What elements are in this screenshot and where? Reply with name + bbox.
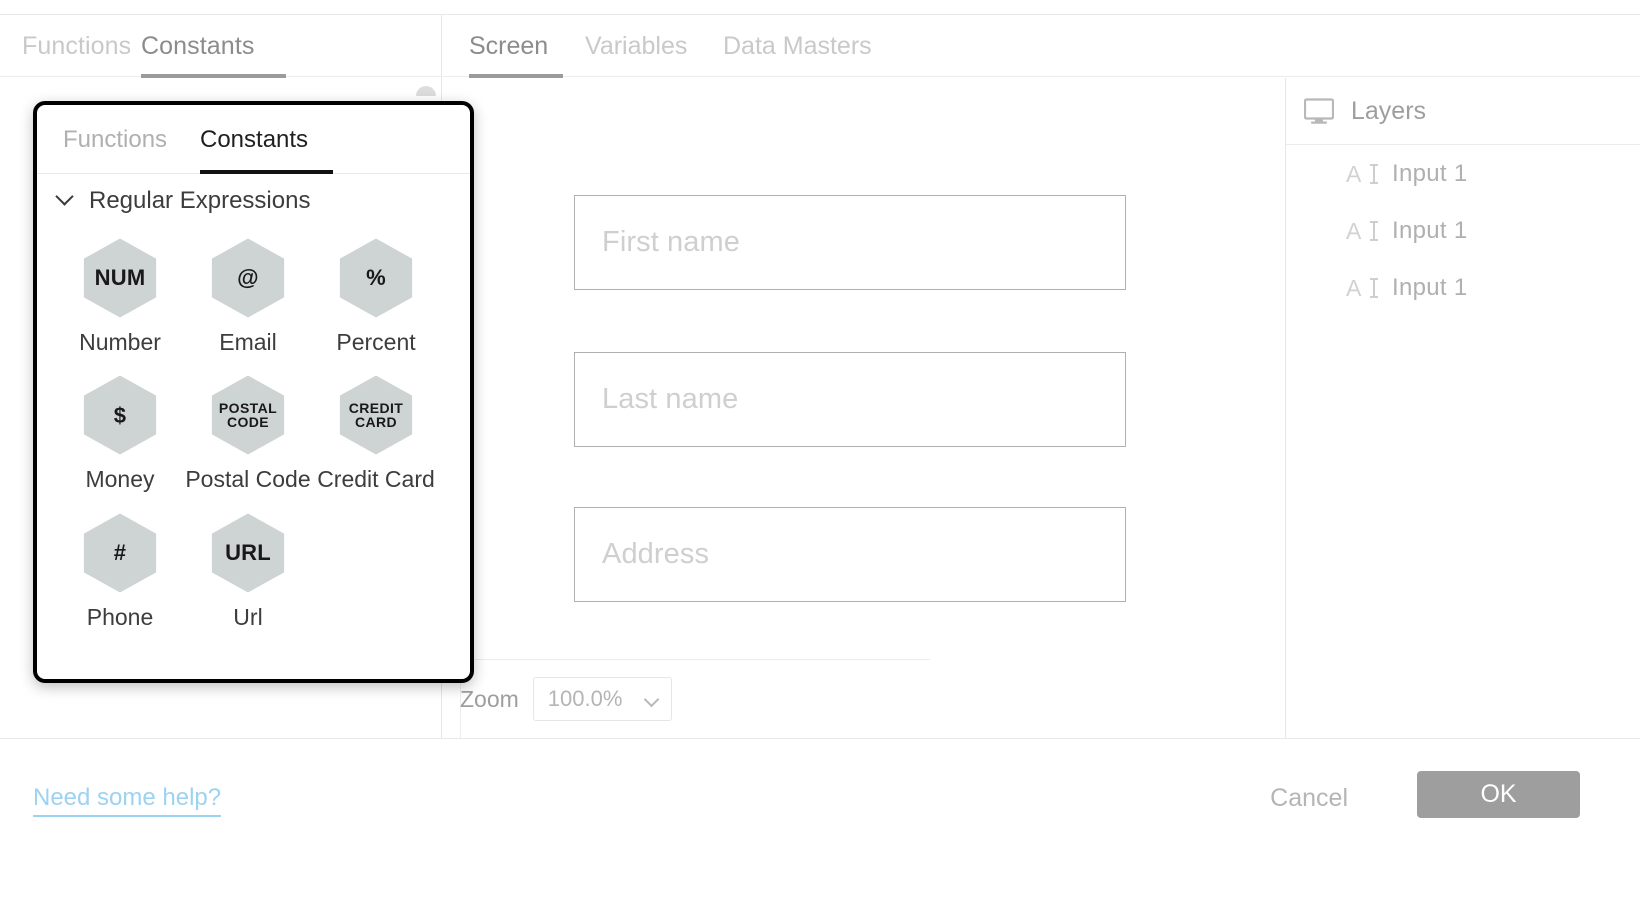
group-regular-expressions[interactable]: Regular Expressions [37, 174, 470, 228]
editor-panel: Screen Variables Data Masters First name… [443, 15, 1640, 738]
svg-text:A: A [1346, 218, 1362, 244]
popup-tab-functions[interactable]: Functions [63, 105, 168, 173]
layers-panel: Layers A Input 1 A Input 1 A Input 1 [1285, 78, 1640, 738]
constant-item-url[interactable]: URL Url [184, 511, 312, 630]
hexagon-icon: # [78, 511, 162, 595]
constant-label: Email [219, 329, 277, 355]
tab-constants[interactable]: Constants [141, 15, 286, 78]
hexagon-glyph: CREDIT CARD [348, 399, 404, 431]
dialog-footer: Need some help? Cancel OK [0, 739, 1640, 920]
constant-item-credit-card[interactable]: CREDIT CARD Credit Card [312, 373, 440, 492]
constant-item-phone[interactable]: # Phone [56, 511, 184, 630]
layers-header: Layers [1286, 78, 1640, 145]
layer-label: Input 1 [1392, 159, 1468, 187]
hexagon-glyph: % [366, 265, 386, 291]
constant-item-money[interactable]: $ Money [56, 373, 184, 492]
hexagon-icon: POSTAL CODE [206, 373, 290, 457]
group-title: Regular Expressions [89, 187, 311, 214]
zoom-label: Zoom [460, 685, 519, 712]
svg-text:A: A [1346, 161, 1362, 187]
text-input-icon: A [1346, 218, 1380, 244]
popup-tab-constants[interactable]: Constants [200, 105, 333, 174]
hexagon-icon: $ [78, 373, 162, 457]
dialog-root: Functions Constants Screen Variables Dat… [0, 0, 1640, 920]
layer-label: Input 1 [1392, 216, 1468, 244]
zoom-select[interactable]: 100.0% [532, 677, 672, 721]
list-item[interactable]: A Input 1 [1286, 145, 1640, 202]
address-placeholder: Address [602, 538, 710, 570]
constant-item-percent[interactable]: % Percent [312, 236, 440, 355]
constant-label: Credit Card [317, 466, 435, 493]
first-name-placeholder: First name [602, 226, 740, 258]
left-panel-tabbar: Functions Constants [0, 15, 441, 78]
chevron-down-icon [57, 192, 75, 210]
hexagon-glyph: POSTAL CODE [218, 399, 278, 431]
hexagon-icon: @ [206, 236, 290, 320]
text-input-icon: A [1346, 275, 1380, 301]
tab-functions[interactable]: Functions [22, 15, 131, 77]
list-item[interactable]: A Input 1 [1286, 259, 1640, 316]
constant-label: Url [233, 603, 263, 630]
constant-label: Percent [336, 329, 416, 355]
svg-text:A: A [1346, 275, 1362, 301]
popup-tabbar: Functions Constants [37, 105, 470, 174]
first-name-field[interactable]: First name [574, 195, 1126, 290]
constants-grid: NUM Number @ Email% Percent $ Money POSTAL CODE P… [37, 228, 456, 648]
layer-label: Input 1 [1392, 273, 1468, 301]
hexagon-icon: % [334, 236, 418, 320]
constant-item-postal-code[interactable]: POSTAL CODE Postal Code [184, 373, 312, 492]
hexagon-icon: NUM [78, 236, 162, 320]
hexagon-glyph: $ [113, 402, 127, 428]
constant-item-number[interactable]: NUM Number [56, 236, 184, 355]
constant-label: Number [79, 329, 161, 355]
chevron-down-icon [645, 692, 659, 706]
list-item[interactable]: A Input 1 [1286, 202, 1640, 259]
last-name-placeholder: Last name [602, 383, 739, 415]
constant-label: Phone [86, 603, 154, 630]
screen-canvas[interactable]: First name Last name Address Zoom 100.0% [443, 78, 1285, 738]
hexagon-glyph: URL [225, 540, 271, 566]
tab-variables[interactable]: Variables [585, 15, 687, 77]
tab-screen[interactable]: Screen [469, 15, 563, 78]
hexagon-glyph: NUM [94, 265, 146, 291]
hexagon-icon: CREDIT CARD [334, 373, 418, 457]
monitor-icon [1303, 98, 1335, 124]
editor-tabbar: Screen Variables Data Masters [443, 15, 1640, 78]
constant-item-email[interactable]: @ Email [184, 236, 312, 355]
zoom-value: 100.0% [547, 686, 623, 711]
tab-data-masters[interactable]: Data Masters [723, 15, 872, 77]
ok-button[interactable]: OK [1417, 771, 1580, 818]
hexagon-glyph: # [113, 540, 127, 566]
address-field[interactable]: Address [574, 507, 1126, 602]
constant-label: Money [85, 466, 155, 493]
constant-label: Postal Code [185, 466, 311, 493]
last-name-field[interactable]: Last name [574, 352, 1126, 447]
constants-popup: Functions Constants Regular Expressions … [33, 101, 474, 683]
zoom-bar: Zoom 100.0% [443, 659, 930, 738]
need-help-link[interactable]: Need some help? [33, 784, 222, 817]
hexagon-icon: URL [206, 511, 290, 595]
hexagon-glyph: @ [237, 265, 259, 291]
cancel-button[interactable]: Cancel [1270, 784, 1348, 813]
text-input-icon: A [1346, 161, 1380, 187]
layers-title: Layers [1351, 96, 1427, 125]
